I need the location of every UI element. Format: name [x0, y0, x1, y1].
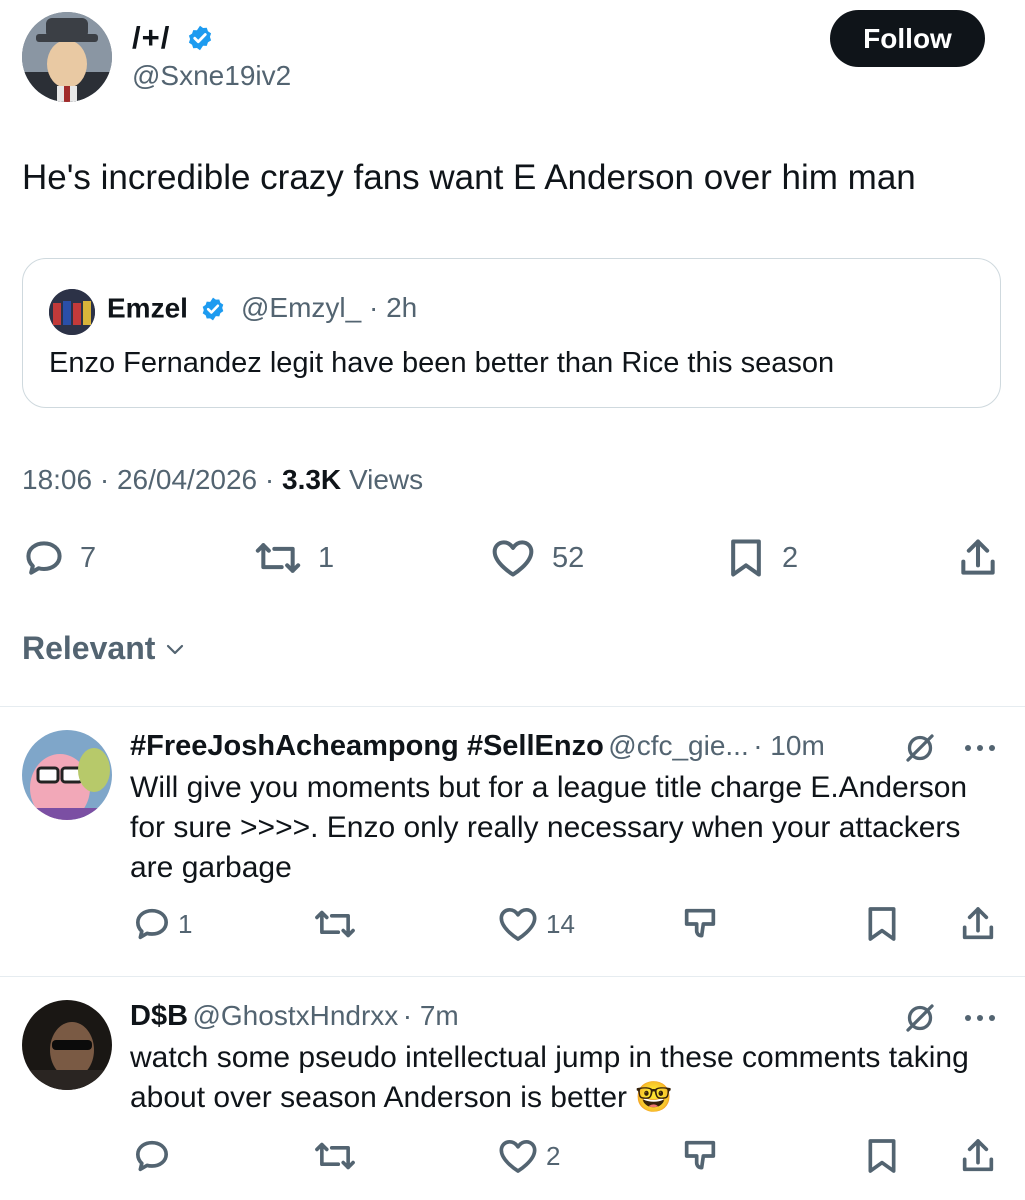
bookmark-count: 2: [782, 541, 799, 574]
quote-author-handle[interactable]: @Emzyl_ · 2h: [241, 292, 417, 324]
repost-icon: [252, 536, 304, 580]
reply-avatar[interactable]: [22, 730, 112, 820]
nerd-face-emoji: 🤓: [635, 1081, 673, 1114]
share-icon: [958, 1136, 998, 1176]
divider: [0, 976, 1025, 977]
bookmark-button[interactable]: 2: [724, 536, 798, 580]
reply-header: D$B @GhostxHndrxx · 7m: [130, 1000, 459, 1033]
dislike-button[interactable]: [680, 1136, 720, 1176]
share-button[interactable]: [956, 536, 1000, 580]
reply-author-handle[interactable]: @GhostxHndrxx: [192, 1000, 398, 1031]
reply-icon: [132, 1136, 172, 1176]
repost-icon: [312, 904, 358, 944]
quote-author-name-text[interactable]: Emzel: [107, 293, 188, 324]
reply-icon: [132, 904, 172, 944]
author-handle[interactable]: @Sxne19iv2: [132, 60, 291, 92]
share-icon: [958, 904, 998, 944]
dislike-icon: [680, 1136, 720, 1176]
reply-author-name[interactable]: D$B: [130, 1000, 188, 1032]
quote-avatar[interactable]: [49, 289, 95, 335]
quoted-tweet[interactable]: Emzel @Emzyl_ · 2h Enzo Fernandez legit …: [22, 258, 1001, 408]
author-name[interactable]: /+/: [132, 18, 214, 56]
tweet-text: He's incredible crazy fans want E Anders…: [22, 158, 916, 197]
views-label: Views: [348, 464, 424, 495]
like-icon: [496, 904, 540, 944]
repost-button[interactable]: [312, 1136, 358, 1176]
share-button[interactable]: [958, 1136, 998, 1176]
quote-author-name[interactable]: Emzel: [107, 291, 226, 325]
like-count: 52: [552, 541, 585, 574]
bookmark-icon: [862, 904, 902, 944]
like-count: 2: [546, 1140, 561, 1171]
dislike-icon: [680, 904, 720, 944]
grok-icon[interactable]: [902, 1000, 938, 1036]
grok-icon[interactable]: [902, 730, 938, 766]
share-button[interactable]: [958, 904, 998, 944]
reply-header: #FreeJoshAcheampong #SellEnzo @cfc_gie..…: [130, 730, 825, 763]
like-count: 14: [546, 908, 575, 939]
tweet-time[interactable]: 18:06: [22, 464, 92, 495]
reply-icon: [22, 536, 66, 580]
reply-author-handle[interactable]: @cfc_gie...: [608, 730, 748, 761]
dislike-button[interactable]: [680, 904, 720, 944]
reply-text: watch some pseudo intellectual jump in t…: [130, 1041, 969, 1114]
reply-time: · 7m: [402, 1000, 459, 1031]
reply-avatar[interactable]: [22, 1000, 112, 1090]
sort-dropdown[interactable]: Relevant: [22, 630, 187, 667]
bookmark-button[interactable]: [862, 1136, 902, 1176]
divider: [0, 706, 1025, 707]
share-icon: [956, 536, 1000, 580]
chevron-down-icon: [163, 637, 187, 661]
reply-button[interactable]: 7: [22, 536, 96, 580]
reply-button[interactable]: [132, 1136, 172, 1176]
reply-count: 1: [178, 908, 193, 939]
like-button[interactable]: 52: [488, 536, 584, 580]
reply-text-block: watch some pseudo intellectual jump in t…: [130, 1038, 1000, 1118]
more-icon[interactable]: [962, 1006, 998, 1030]
repost-count: 1: [318, 541, 335, 574]
reply-author-name[interactable]: #FreeJoshAcheampong #SellEnzo: [130, 730, 604, 762]
author-avatar[interactable]: [22, 12, 112, 102]
bookmark-icon: [724, 536, 768, 580]
reply-text: Will give you moments but for a league t…: [130, 771, 968, 884]
quote-handle-text[interactable]: @Emzyl_: [241, 292, 361, 323]
bookmark-icon: [862, 1136, 902, 1176]
tweet-meta: 18:06 · 26/04/2026 · 3.3K Views: [22, 464, 424, 495]
reply-time: · 10m: [753, 730, 825, 761]
verified-badge-icon: [186, 24, 214, 52]
more-icon[interactable]: [962, 736, 998, 760]
like-button[interactable]: 2: [496, 1136, 560, 1176]
like-icon: [496, 1136, 540, 1176]
quote-time: · 2h: [369, 292, 418, 323]
sort-label: Relevant: [22, 630, 156, 666]
views-count: 3.3K: [282, 464, 342, 495]
repost-button[interactable]: 1: [252, 536, 334, 580]
like-icon: [488, 536, 538, 580]
author-name-text[interactable]: /+/: [132, 20, 170, 55]
repost-button[interactable]: [312, 904, 358, 944]
bookmark-button[interactable]: [862, 904, 902, 944]
like-button[interactable]: 14: [496, 904, 575, 944]
reply-button[interactable]: 1: [132, 904, 192, 944]
quote-text: Enzo Fernandez legit have been better th…: [49, 347, 835, 379]
repost-icon: [312, 1136, 358, 1176]
verified-badge-icon: [200, 296, 226, 322]
follow-button[interactable]: Follow: [830, 10, 985, 67]
tweet-date[interactable]: 26/04/2026: [117, 464, 257, 495]
reply-count: 7: [80, 541, 97, 574]
